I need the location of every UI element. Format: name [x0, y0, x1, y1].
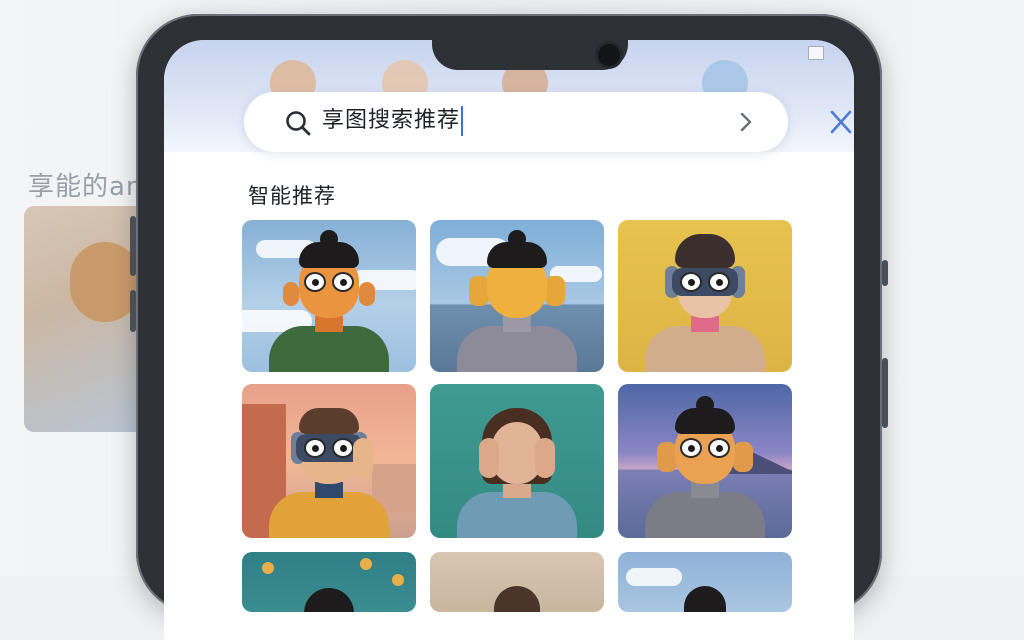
- figure-ear: [657, 442, 677, 472]
- avatar-figure: [457, 388, 577, 538]
- googly-eyes: [680, 272, 730, 292]
- figure-neck: [503, 482, 531, 498]
- eye: [304, 438, 326, 458]
- figure-hair: [675, 234, 735, 268]
- figure-hair-bun: [508, 230, 526, 248]
- recommendation-card[interactable]: [430, 552, 604, 612]
- recommendation-card[interactable]: [618, 552, 792, 612]
- eye: [680, 438, 702, 458]
- eye: [708, 438, 730, 458]
- ornament: [262, 562, 274, 574]
- power-button: [882, 260, 888, 286]
- eye: [304, 272, 326, 292]
- figure-collar: [691, 482, 719, 498]
- avatar-figure: [645, 388, 765, 538]
- figure-collar: [691, 316, 719, 332]
- figure-hair-bun: [696, 396, 714, 414]
- recommendation-card[interactable]: [430, 220, 604, 372]
- googly-eyes: [304, 438, 354, 458]
- recommendation-card[interactable]: [618, 220, 792, 372]
- text-caret: [461, 106, 464, 136]
- cloud: [626, 568, 682, 586]
- eye: [680, 272, 702, 292]
- figure-collar: [315, 316, 343, 332]
- figure-collar: [503, 316, 531, 332]
- chevron-right-icon[interactable]: [738, 111, 754, 133]
- figure-collar: [315, 482, 343, 498]
- figure-ear: [469, 276, 489, 306]
- figure-hair: [494, 586, 540, 612]
- volume-button: [130, 216, 136, 276]
- figure-ear: [545, 276, 565, 306]
- figure-ear: [283, 282, 299, 306]
- avatar-figure: [457, 222, 577, 372]
- figure-hair: [299, 408, 359, 434]
- googly-eyes: [680, 438, 730, 458]
- search-icon: [286, 111, 311, 136]
- recommendation-card[interactable]: [242, 220, 416, 372]
- figure-ear: [733, 442, 753, 472]
- avatar-figure: [269, 388, 389, 538]
- figure-body: [645, 492, 765, 538]
- eye: [708, 272, 730, 292]
- section-title: 智能推荐: [248, 184, 336, 208]
- googly-eyes: [304, 272, 354, 292]
- figure-hair: [684, 586, 726, 612]
- figure-body: [269, 326, 389, 372]
- eye: [332, 438, 354, 458]
- recommendation-card[interactable]: [242, 552, 416, 612]
- avatar-figure: [269, 222, 389, 372]
- search-query-text: 享图搜索推荐: [322, 108, 461, 133]
- recommendation-card[interactable]: [430, 384, 604, 538]
- figure-hair: [304, 588, 354, 612]
- eye: [332, 272, 354, 292]
- search-bar[interactable]: 享图搜索推荐: [244, 92, 788, 152]
- phone-screen: 享图搜索推荐 智能推荐: [164, 40, 854, 640]
- hand: [353, 438, 373, 478]
- hand: [535, 438, 555, 478]
- avatar-figure: [645, 222, 765, 372]
- figure-body: [457, 326, 577, 372]
- figure-body: [269, 492, 389, 538]
- search-input[interactable]: 享图搜索推荐: [322, 106, 464, 136]
- hand: [479, 438, 499, 478]
- phone-frame: 享图搜索推荐 智能推荐: [130, 14, 888, 640]
- figure-body: [645, 326, 765, 372]
- status-indicator-icon: [808, 46, 824, 60]
- side-button: [882, 358, 888, 428]
- volume-button-lower: [130, 290, 136, 332]
- recommendation-card[interactable]: [618, 384, 792, 538]
- background-app-title: 享能的am: [28, 172, 153, 202]
- close-icon[interactable]: [828, 106, 854, 138]
- figure-body: [457, 492, 577, 538]
- camera-icon: [598, 44, 620, 66]
- ornament: [360, 558, 372, 570]
- recommendation-card[interactable]: [242, 384, 416, 538]
- figure-hair-bun: [320, 230, 338, 248]
- figure-ear: [359, 282, 375, 306]
